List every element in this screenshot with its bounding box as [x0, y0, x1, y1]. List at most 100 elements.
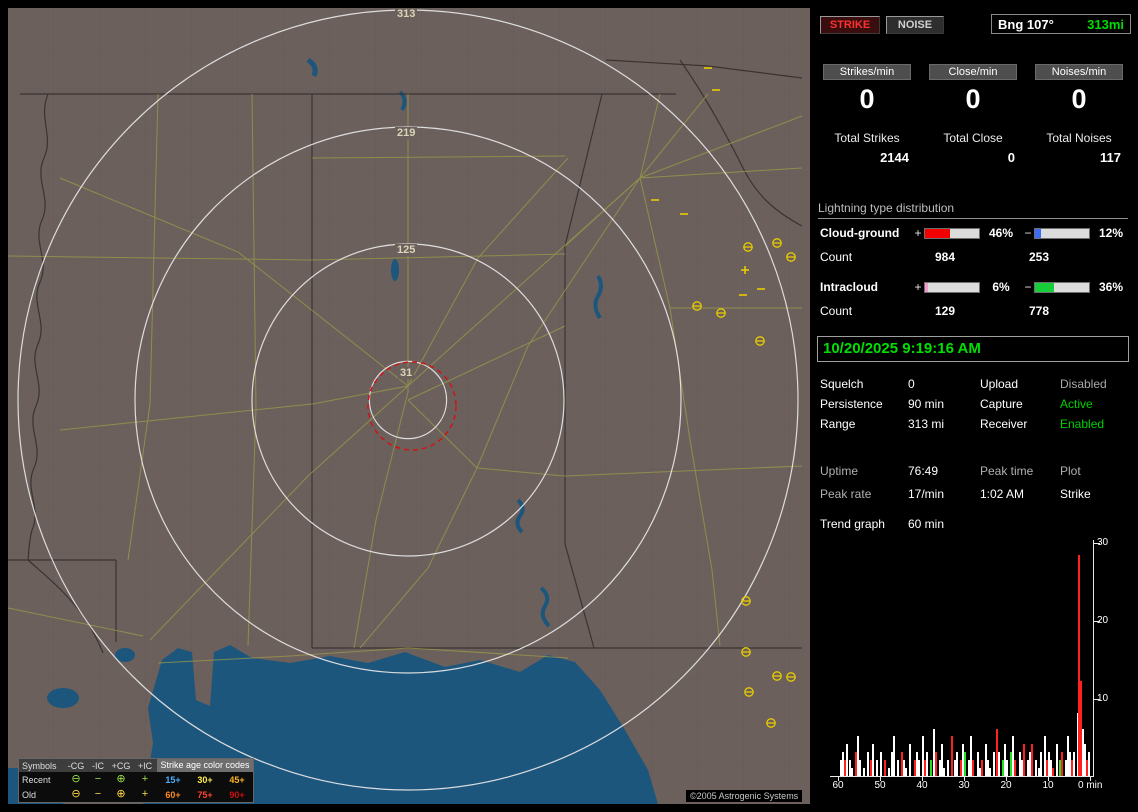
- ic-plus-percent: 6%: [980, 280, 1022, 294]
- age-45: 45+: [221, 775, 253, 785]
- intracloud-row: Intracloud + 6% − 36%: [820, 280, 1132, 294]
- noise-button[interactable]: NOISE: [886, 16, 944, 34]
- trend-graph: 30 20 10 60 50 40 30 20 10 0 min: [830, 540, 1094, 777]
- strikes-per-min-column: Strikes/min 0 Total Strikes 2144: [815, 64, 919, 184]
- close-per-min-label: Close/min: [929, 64, 1017, 80]
- x-tick-50: 50: [868, 780, 892, 791]
- pos-ic-symbol-icon: +: [133, 789, 157, 800]
- plus-sign: +: [912, 226, 924, 240]
- ic-minus-count: 778: [1009, 304, 1069, 318]
- legend-age-header: Strike age color codes: [157, 759, 253, 772]
- x-tick-20: 20: [994, 780, 1018, 791]
- y-tick-30: 30: [1097, 537, 1119, 548]
- range-ring-label-125: 125: [395, 244, 417, 256]
- noises-per-min-value: 0: [1027, 84, 1131, 115]
- peak-time-label: Peak time: [980, 464, 1033, 478]
- persistence-label: Persistence: [820, 397, 883, 411]
- status-panel: STRIKE NOISE Bng 107° 313mi Strikes/min …: [815, 8, 1132, 804]
- intracloud-label: Intracloud: [820, 280, 912, 294]
- y-tick-10: 10: [1097, 693, 1119, 704]
- neg-ic-symbol-icon: −: [87, 774, 109, 785]
- ic-plus-bar: [924, 282, 980, 293]
- current-datetime: 10/20/2025 9:19:16 AM: [817, 336, 1129, 362]
- uptime-value: 76:49: [908, 464, 938, 478]
- age-60: 60+: [157, 790, 189, 800]
- noises-per-min-column: Noises/min 0 Total Noises 117: [1027, 64, 1131, 184]
- capture-label: Capture: [980, 397, 1023, 411]
- total-strikes-value: 2144: [815, 150, 919, 165]
- age-15: 15+: [157, 775, 189, 785]
- legend-header-row: Symbols -CG -IC +CG +IC Strike age color…: [19, 759, 253, 772]
- age-30: 30+: [189, 775, 221, 785]
- squelch-label: Squelch: [820, 377, 863, 391]
- peak-rate-row: Peak rate 17/min 1:02 AM Strike: [815, 487, 1132, 505]
- legend-symbols-header: Symbols: [19, 761, 65, 771]
- count-label: Count: [820, 304, 852, 318]
- capture-status: Active: [1060, 397, 1093, 411]
- legend-col-pos-ic: +IC: [133, 761, 157, 771]
- legend-recent-label: Recent: [19, 775, 65, 785]
- total-close-value: 0: [921, 150, 1025, 165]
- close-per-min-value: 0: [921, 84, 1025, 115]
- ic-minus-fill: [1035, 283, 1054, 292]
- cg-plus-count: 984: [915, 250, 975, 264]
- peak-time-value: 1:02 AM: [980, 487, 1024, 501]
- plot-label: Plot: [1060, 464, 1081, 478]
- cg-plus-percent: 46%: [980, 226, 1022, 240]
- neg-cg-symbol-icon: ⊖: [65, 774, 87, 785]
- legend-col-pos-cg: +CG: [109, 761, 133, 771]
- cloud-ground-row: Cloud-ground + 46% − 12%: [820, 226, 1132, 240]
- x-tick-30: 30: [952, 780, 976, 791]
- y-tick-20: 20: [1097, 615, 1119, 626]
- settings-row-range: Range 313 mi Receiver Enabled: [815, 417, 1132, 435]
- neg-ic-symbol-icon: −: [87, 789, 109, 800]
- minus-sign: −: [1022, 280, 1034, 294]
- plot-value: Strike: [1060, 487, 1091, 501]
- x-tick-0: 0 min: [1078, 780, 1118, 791]
- range-value: 313mi: [1087, 17, 1124, 32]
- close-per-min-column: Close/min 0 Total Close 0: [921, 64, 1025, 184]
- bearing-value: Bng 107°: [998, 17, 1054, 32]
- cg-minus-count: 253: [1009, 250, 1069, 264]
- x-tick-60: 60: [826, 780, 850, 791]
- legend-row-old: Old ⊖ − ⊕ + 60+ 75+ 90+: [19, 787, 253, 802]
- neg-cg-symbol-icon: ⊖: [65, 789, 87, 800]
- trend-graph-window: 60 min: [908, 517, 944, 531]
- ic-plus-count: 129: [915, 304, 975, 318]
- strikes-per-min-value: 0: [815, 84, 919, 115]
- legend-row-recent: Recent ⊖ − ⊕ + 15+ 30+ 45+: [19, 772, 253, 787]
- total-strikes-label: Total Strikes: [815, 131, 919, 145]
- legend-old-label: Old: [19, 790, 65, 800]
- settings-row-persistence: Persistence 90 min Capture Active: [815, 397, 1132, 415]
- ic-count-row: Count 129 778: [815, 304, 1132, 318]
- total-noises-label: Total Noises: [1027, 131, 1131, 145]
- noises-per-min-label: Noises/min: [1035, 64, 1123, 80]
- receiver-label: Receiver: [980, 417, 1027, 431]
- age-75: 75+: [189, 790, 221, 800]
- cloud-ground-label: Cloud-ground: [820, 226, 912, 240]
- range-ring-label-313: 313: [395, 8, 417, 20]
- lightning-map[interactable]: 313 219 125 31 Symbols -CG -IC +CG +IC S…: [8, 8, 810, 804]
- peak-rate-value: 17/min: [908, 487, 944, 501]
- plus-sign: +: [912, 280, 924, 294]
- minus-sign: −: [1022, 226, 1034, 240]
- cg-minus-bar: [1034, 228, 1090, 239]
- x-tick-40: 40: [910, 780, 934, 791]
- range-ring-label-219: 219: [395, 127, 417, 139]
- upload-label: Upload: [980, 377, 1018, 391]
- range-setting-value: 313 mi: [908, 417, 944, 431]
- total-close-label: Total Close: [921, 131, 1025, 145]
- ic-minus-bar: [1034, 282, 1090, 293]
- age-90: 90+: [221, 790, 253, 800]
- copyright-text: ©2005 Astrogenic Systems: [686, 790, 802, 802]
- legend-col-neg-ic: -IC: [87, 761, 109, 771]
- squelch-value: 0: [908, 377, 915, 391]
- pos-cg-symbol-icon: ⊕: [109, 789, 133, 800]
- strike-button[interactable]: STRIKE: [820, 16, 880, 34]
- peak-rate-label: Peak rate: [820, 487, 871, 501]
- cg-plus-bar: [924, 228, 980, 239]
- range-label: Range: [820, 417, 855, 431]
- cg-plus-fill: [925, 229, 950, 238]
- ic-minus-percent: 36%: [1090, 280, 1132, 294]
- cg-minus-fill: [1035, 229, 1041, 238]
